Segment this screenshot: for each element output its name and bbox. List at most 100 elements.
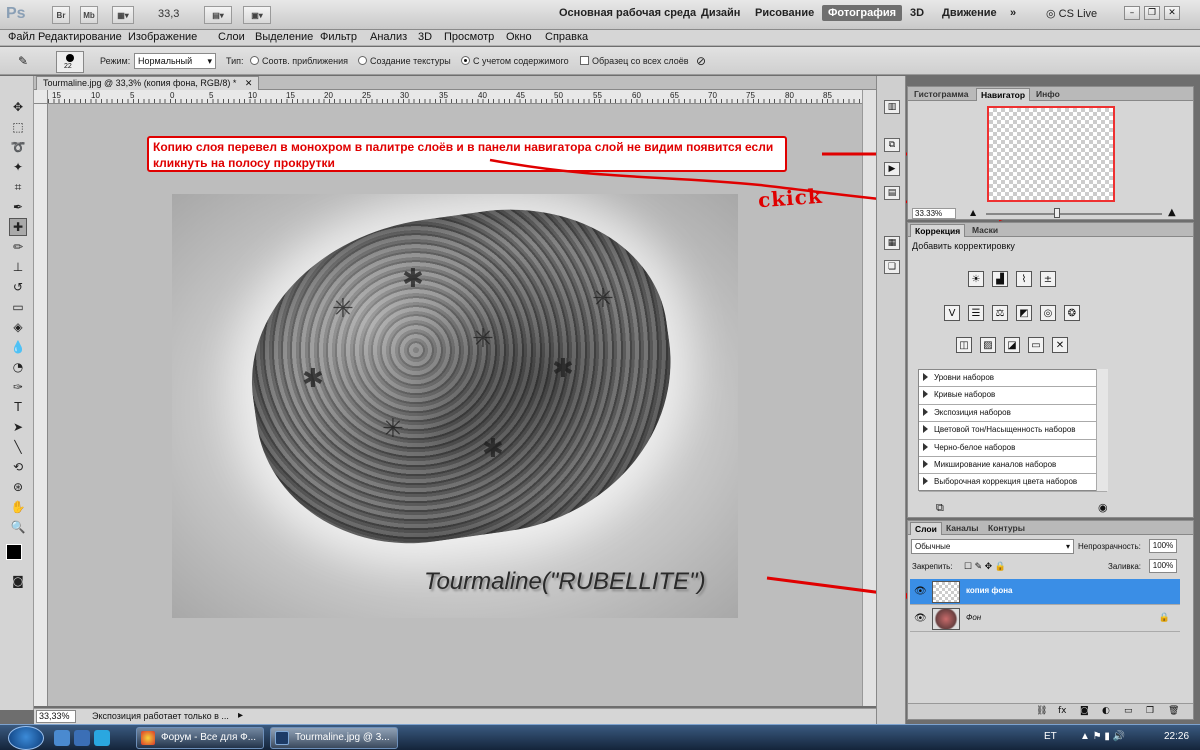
blur-tool-icon[interactable]: 💧: [9, 338, 27, 356]
vertical-ruler[interactable]: [34, 104, 48, 706]
type-tool-icon[interactable]: T: [9, 398, 27, 416]
view-extras-button[interactable]: ▦▾: [112, 6, 134, 24]
exposure-icon[interactable]: ±: [1040, 271, 1056, 287]
channel-mixer-icon[interactable]: ❂: [1064, 305, 1080, 321]
black-white-icon[interactable]: ◩: [1016, 305, 1032, 321]
zoom-tool-icon[interactable]: 🔍: [9, 518, 27, 536]
preset-curves[interactable]: Кривые наборов: [919, 387, 1107, 405]
brush-tool-icon[interactable]: ✏: [9, 238, 27, 256]
eyedropper-tool-icon[interactable]: ✒: [9, 198, 27, 216]
workspace-painting[interactable]: Рисование: [755, 7, 814, 19]
clone-stamp-tool-icon[interactable]: ⊥: [9, 258, 27, 276]
layer-style-icon[interactable]: fx: [1058, 706, 1067, 716]
fill-field[interactable]: 100%: [1149, 559, 1177, 573]
path-selection-tool-icon[interactable]: ➤: [9, 418, 27, 436]
selective-color-icon[interactable]: ✕: [1052, 337, 1068, 353]
tab-info[interactable]: Инфо: [1032, 88, 1064, 101]
menu-file[interactable]: Файл: [8, 31, 35, 43]
arrange-documents-button[interactable]: ▤▾: [204, 6, 232, 24]
preset-hue-saturation[interactable]: Цветовой тон/Насыщенность наборов: [919, 422, 1107, 440]
preset-channel-mixer[interactable]: Микширование каналов наборов: [919, 457, 1107, 475]
mini-bridge-button[interactable]: Mb: [80, 6, 98, 24]
photo-filter-icon[interactable]: ◎: [1040, 305, 1056, 321]
notes-panel-icon[interactable]: ▦: [884, 236, 900, 250]
tab-channels[interactable]: Каналы: [942, 522, 983, 535]
tab-paths[interactable]: Контуры: [984, 522, 1029, 535]
gradient-map-icon[interactable]: ▭: [1028, 337, 1044, 353]
opacity-field[interactable]: 100%: [1149, 539, 1177, 553]
3d-orbit-tool-icon[interactable]: ⊛: [9, 478, 27, 496]
healing-brush-tool-icon[interactable]: ✚: [9, 218, 27, 236]
workspace-essentials[interactable]: Основная рабочая среда: [559, 7, 696, 19]
document-image[interactable]: ✳ ✱ ✳ ✱ ✳ ✱ ✱ ✳ Tourmaline("RUBELLITE"): [172, 194, 738, 618]
vibrance-icon[interactable]: V: [944, 305, 960, 321]
document-tab[interactable]: Tourmaline.jpg @ 33,3% (копия фона, RGB/…: [36, 76, 260, 90]
lasso-tool-icon[interactable]: ➰: [9, 138, 27, 156]
layer-comps-panel-icon[interactable]: ❏: [884, 260, 900, 274]
marquee-tool-icon[interactable]: ⬚: [9, 118, 27, 136]
new-group-icon[interactable]: ▭: [1124, 706, 1133, 716]
dodge-tool-icon[interactable]: ◔: [9, 358, 27, 376]
tab-masks[interactable]: Маски: [968, 224, 1002, 237]
quick-selection-tool-icon[interactable]: ✦: [9, 158, 27, 176]
close-button[interactable]: ✕: [1164, 6, 1180, 20]
zoom-field[interactable]: 33,33%: [36, 710, 76, 723]
pressure-size-icon[interactable]: ⊘: [692, 52, 710, 70]
color-balance-icon[interactable]: ⚖: [992, 305, 1008, 321]
history-brush-tool-icon[interactable]: ↺: [9, 278, 27, 296]
clone-source-panel-icon[interactable]: ⧉: [884, 138, 900, 152]
show-desktop-icon[interactable]: [54, 730, 70, 746]
more-workspaces-icon[interactable]: »: [1010, 7, 1016, 19]
menu-3d[interactable]: 3D: [418, 31, 432, 43]
posterize-icon[interactable]: ▨: [980, 337, 996, 353]
taskbar-item-photoshop[interactable]: Tourmaline.jpg @ 3...: [270, 727, 398, 749]
move-tool-icon[interactable]: ✥: [9, 98, 27, 116]
blend-mode-select[interactable]: Обычные ▾: [911, 539, 1074, 554]
taskbar-item-browser[interactable]: Форум - Все для Ф...: [136, 727, 264, 749]
menu-filter[interactable]: Фильтр: [320, 31, 357, 43]
new-layer-icon[interactable]: ❐: [1146, 706, 1154, 716]
tab-navigator[interactable]: Навигатор: [976, 88, 1031, 101]
menu-help[interactable]: Справка: [545, 31, 588, 43]
language-indicator[interactable]: ET: [1044, 731, 1057, 742]
tab-histogram[interactable]: Гистограмма: [910, 88, 972, 101]
eraser-tool-icon[interactable]: ▭: [9, 298, 27, 316]
workspace-motion[interactable]: Движение: [942, 7, 997, 19]
animation-panel-icon[interactable]: ▶: [884, 162, 900, 176]
navigator-slider-knob[interactable]: [1054, 208, 1060, 218]
quick-mask-icon[interactable]: ◙: [9, 572, 27, 590]
link-layers-icon[interactable]: ⛓: [1036, 706, 1047, 716]
layer-row-background[interactable]: 👁 Фон 🔒: [910, 606, 1180, 632]
bridge-button[interactable]: Br: [52, 6, 70, 24]
hue-saturation-icon[interactable]: ☰: [968, 305, 984, 321]
tray-icons[interactable]: ▲ ⚑ ▮ 🔊: [1080, 731, 1125, 742]
crop-tool-icon[interactable]: ⌗: [9, 178, 27, 196]
tab-layers[interactable]: Слои: [910, 522, 942, 535]
return-to-list-icon[interactable]: ⧉: [936, 501, 944, 515]
line-tool-icon[interactable]: ╲: [9, 438, 27, 456]
histogram-panel-icon[interactable]: ▥: [884, 100, 900, 114]
clip-to-layer-icon[interactable]: ◉: [1098, 501, 1108, 514]
switch-windows-icon[interactable]: [74, 730, 90, 746]
presets-scrollbar[interactable]: [1096, 369, 1108, 491]
3d-rotate-tool-icon[interactable]: ⟲: [9, 458, 27, 476]
status-menu-icon[interactable]: ▸: [238, 710, 243, 721]
radio-create-texture[interactable]: [358, 56, 367, 65]
lock-icons[interactable]: ☐ ✎ ✥ 🔒: [964, 561, 1006, 572]
workspace-photography[interactable]: Фотография: [822, 5, 903, 21]
internet-explorer-icon[interactable]: [94, 730, 110, 746]
sample-all-layers-checkbox[interactable]: [580, 56, 589, 65]
trash-icon[interactable]: 🗑: [1168, 706, 1179, 716]
screen-mode-button[interactable]: ▣▾: [243, 6, 271, 24]
menu-image[interactable]: Изображение: [128, 31, 197, 43]
spot-healing-brush-icon[interactable]: ✎: [14, 52, 32, 70]
cs-live-button[interactable]: ◎ CS Live: [1046, 7, 1097, 20]
paint-bucket-tool-icon[interactable]: ◈: [9, 318, 27, 336]
restore-button[interactable]: ❐: [1144, 6, 1160, 20]
preset-selective-color[interactable]: Выборочная коррекция цвета наборов: [919, 474, 1107, 492]
radio-content-aware[interactable]: [461, 56, 470, 65]
zoom-level[interactable]: 33,3: [158, 8, 179, 20]
curves-icon[interactable]: ⌇: [1016, 271, 1032, 287]
clock[interactable]: 22:26: [1164, 731, 1189, 742]
navigator-zoom-field[interactable]: 33.33%: [912, 208, 956, 219]
